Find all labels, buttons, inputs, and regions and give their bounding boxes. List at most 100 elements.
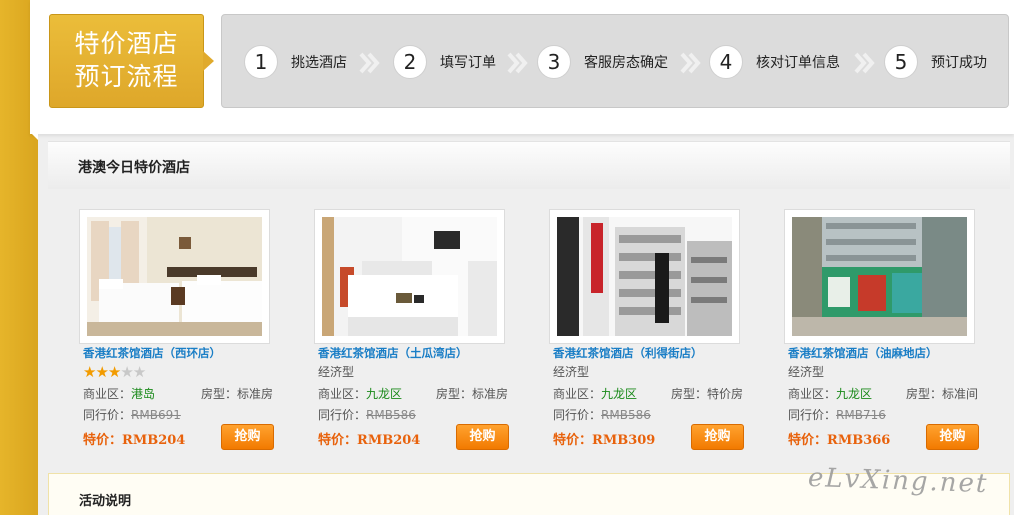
process-title-line1: 特价酒店 xyxy=(74,29,179,58)
peer-price-row: 同行价：RMB586 xyxy=(553,406,651,423)
step-number: 5 xyxy=(884,45,918,79)
district-value: 九龙区 xyxy=(836,387,873,401)
district-label: 商业区： xyxy=(318,387,367,401)
hotel-photo-twin-room[interactable] xyxy=(87,217,262,336)
step-label: 挑选酒店 xyxy=(291,55,347,71)
buy-button[interactable]: 抢购 xyxy=(691,424,744,450)
special-price-value: RMB309 xyxy=(592,433,656,448)
hotel-name-link[interactable]: 香港红茶馆酒店（土瓜湾店） xyxy=(318,345,468,361)
peer-price-value: RMB586 xyxy=(366,408,416,422)
step-2: 2 填写订单 xyxy=(393,44,496,80)
step-4: 4 核对订单信息 xyxy=(709,44,840,80)
peer-price-label: 同行价： xyxy=(788,408,837,422)
star-rating: ★★★★★ xyxy=(83,363,146,381)
step-5: 5 预订成功 xyxy=(884,44,987,80)
hotel-card: 香港红茶馆酒店（西环店） ★★★★★ 商业区：港岛 房型：标准房 同行价：RMB… xyxy=(79,209,309,459)
hotel-name-link[interactable]: 香港红茶馆酒店（西环店） xyxy=(83,345,221,361)
special-price-row: 特价：RMB309 xyxy=(553,429,655,448)
room-type-value: 标准间 xyxy=(942,387,979,401)
step-label: 填写订单 xyxy=(440,55,496,71)
hotel-type: 经济型 xyxy=(318,365,355,379)
hotel-photo-frame[interactable] xyxy=(79,209,270,344)
special-price-label: 特价： xyxy=(318,433,358,448)
hotel-photo-double-room[interactable] xyxy=(322,217,497,336)
peer-price-row: 同行价：RMB586 xyxy=(318,406,416,423)
step-number: 4 xyxy=(709,45,743,79)
room-type-label: 房型： xyxy=(201,387,238,401)
room-type-label: 房型： xyxy=(906,387,943,401)
watermark: eLvXing.net xyxy=(807,462,989,500)
special-price-label: 特价： xyxy=(788,433,828,448)
step-label: 核对订单信息 xyxy=(756,55,840,71)
section-title: 港澳今日特价酒店 xyxy=(78,160,190,176)
star-filled-icon: ★ xyxy=(107,363,121,381)
step-number: 1 xyxy=(244,45,278,79)
buy-button[interactable]: 抢购 xyxy=(926,424,979,450)
hotel-card: 香港红茶馆酒店（利得街店） 经济型 商业区：九龙区 房型：特价房 同行价：RMB… xyxy=(549,209,779,459)
process-title-line2: 预订流程 xyxy=(74,62,179,91)
star-empty-icon: ★ xyxy=(120,363,133,381)
district-row: 商业区：九龙区 xyxy=(788,385,872,402)
district-value: 九龙区 xyxy=(366,387,403,401)
hotel-type: 经济型 xyxy=(788,365,825,379)
hotel-card: 香港红茶馆酒店（土瓜湾店） 经济型 商业区：九龙区 房型：标准房 同行价：RMB… xyxy=(314,209,544,459)
district-row: 商业区：九龙区 xyxy=(553,385,637,402)
special-price-value: RMB366 xyxy=(827,433,891,448)
room-type-value: 标准房 xyxy=(237,387,274,401)
step-label: 预订成功 xyxy=(931,55,987,71)
chevron-right-icon xyxy=(507,52,528,74)
star-empty-icon: ★ xyxy=(132,363,146,381)
district-value: 九龙区 xyxy=(601,387,638,401)
peer-price-label: 同行价： xyxy=(318,408,367,422)
star-filled-icon: ★ xyxy=(83,363,96,381)
hotel-photo-building[interactable] xyxy=(557,217,732,336)
step-number: 2 xyxy=(393,45,427,79)
hotel-photo-frame[interactable] xyxy=(314,209,505,344)
peer-price-label: 同行价： xyxy=(553,408,602,422)
hotel-photo-street[interactable] xyxy=(792,217,967,336)
chevron-right-icon xyxy=(359,52,380,74)
strip-notch xyxy=(30,132,38,140)
chevron-right-icon xyxy=(854,52,875,74)
special-price-value: RMB204 xyxy=(357,433,421,448)
district-row: 商业区：九龙区 xyxy=(318,385,402,402)
hotel-name-link[interactable]: 香港红茶馆酒店（油麻地店） xyxy=(788,345,938,361)
hotel-photo-frame[interactable] xyxy=(549,209,740,344)
process-title-badge: 特价酒店 预订流程 xyxy=(49,14,214,108)
peer-price-value: RMB691 xyxy=(131,408,181,422)
special-price-row: 特价：RMB204 xyxy=(318,429,420,448)
process-steps-bar: 1 挑选酒店 2 填写订单 3 客服房态确定 4 核对订单信息 5 预订成功 xyxy=(221,14,1009,108)
hotel-name-link[interactable]: 香港红茶馆酒店（利得街店） xyxy=(553,345,703,361)
room-type-row: 房型：标准房 xyxy=(436,385,508,402)
special-price-row: 特价：RMB204 xyxy=(83,429,185,448)
room-type-label: 房型： xyxy=(436,387,473,401)
activity-title: 活动说明 xyxy=(79,494,132,509)
section-header: 港澳今日特价酒店 xyxy=(48,141,1010,189)
star-filled-icon: ★ xyxy=(95,363,108,381)
step-1: 1 挑选酒店 xyxy=(244,44,347,80)
peer-price-row: 同行价：RMB691 xyxy=(83,406,181,423)
district-label: 商业区： xyxy=(83,387,132,401)
special-price-row: 特价：RMB366 xyxy=(788,429,890,448)
district-value: 港岛 xyxy=(131,387,156,401)
room-type-row: 房型：标准房 xyxy=(201,385,273,402)
hotel-photo-frame[interactable] xyxy=(784,209,975,344)
special-price-value: RMB204 xyxy=(122,433,186,448)
district-label: 商业区： xyxy=(788,387,837,401)
room-type-row: 房型：标准间 xyxy=(906,385,978,402)
room-type-value: 特价房 xyxy=(707,387,744,401)
peer-price-value: RMB716 xyxy=(836,408,886,422)
peer-price-label: 同行价： xyxy=(83,408,132,422)
special-price-label: 特价： xyxy=(83,433,123,448)
step-3: 3 客服房态确定 xyxy=(537,44,668,80)
peer-price-row: 同行价：RMB716 xyxy=(788,406,886,423)
special-price-label: 特价： xyxy=(553,433,593,448)
room-type-value: 标准房 xyxy=(472,387,509,401)
room-type-label: 房型： xyxy=(671,387,708,401)
peer-price-value: RMB586 xyxy=(601,408,651,422)
step-number: 3 xyxy=(537,45,571,79)
room-type-row: 房型：特价房 xyxy=(671,385,743,402)
buy-button[interactable]: 抢购 xyxy=(456,424,509,450)
hotel-type: 经济型 xyxy=(553,365,590,379)
buy-button[interactable]: 抢购 xyxy=(221,424,274,450)
